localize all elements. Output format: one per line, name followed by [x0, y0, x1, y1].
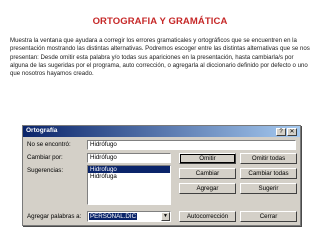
slide-body-text: Muestra la ventana que ayudara a corregi…	[10, 37, 310, 78]
not-found-field: Hidrófugo	[87, 140, 296, 150]
omit-all-button[interactable]: Omitir todas	[240, 153, 297, 164]
slide-title: ORTOGRAFIA Y GRAMÁTICA	[92, 16, 228, 27]
not-found-label: No se encontró:	[27, 141, 71, 148]
add-words-label: Agregar palabras a:	[27, 213, 82, 220]
list-item[interactable]: Hidrófuga	[88, 173, 170, 180]
dictionary-value: PERSONAL.DIC	[89, 213, 138, 220]
change-button[interactable]: Cambiar	[179, 168, 236, 179]
dialog-titlebar: Ortografía ? ✕	[23, 126, 300, 137]
suggestions-list[interactable]: Hidrofugo Hidrófuga	[87, 165, 171, 205]
dictionary-select[interactable]: PERSONAL.DIC ▼	[87, 211, 171, 222]
change-all-button[interactable]: Cambiar todas	[240, 168, 297, 179]
list-item[interactable]: Hidrofugo	[88, 166, 170, 173]
close-icon[interactable]: ✕	[287, 127, 297, 136]
autocorrect-button[interactable]: Autocorrección	[179, 211, 236, 222]
slide: ORTOGRAFIA Y GRAMÁTICA Muestra la ventan…	[0, 0, 320, 240]
add-button[interactable]: Agregar	[179, 183, 236, 194]
spelling-dialog: Ortografía ? ✕ No se encontró: Hidrófugo…	[22, 125, 301, 226]
suggest-button[interactable]: Sugerir	[240, 183, 297, 194]
suggestions-label: Sugerencias:	[27, 167, 64, 174]
change-to-label: Cambiar por:	[27, 154, 63, 161]
change-to-input[interactable]: Hidrófugo	[87, 153, 171, 163]
dialog-title: Ortografía	[26, 127, 58, 134]
omit-button[interactable]: Omitir	[179, 153, 236, 164]
chevron-down-icon[interactable]: ▼	[161, 212, 170, 221]
close-button[interactable]: Cerrar	[240, 211, 297, 222]
help-button[interactable]: ?	[276, 127, 286, 136]
